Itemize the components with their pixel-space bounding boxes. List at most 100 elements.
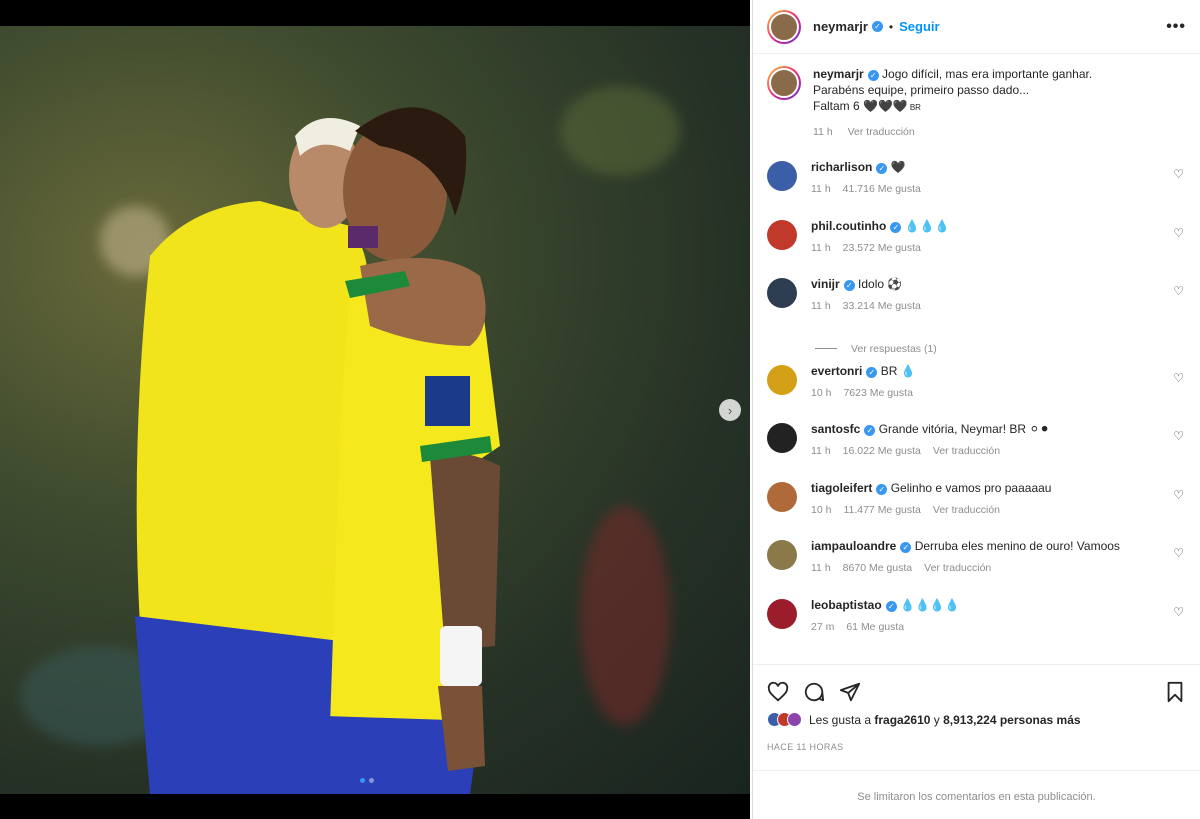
post-timestamp: HACE 11 HORAS [767,742,844,752]
comment-text: 💧💧💧 [904,218,950,233]
comment-likes[interactable]: 16.022 Me gusta [843,445,921,457]
comment-like-icon[interactable]: ♡ [1173,488,1184,502]
chevron-right-icon: › [727,402,733,418]
follow-button[interactable]: Seguir [899,19,939,34]
likes-summary[interactable]: Les gusta a fraga2610 y 8,913,224 person… [767,712,1081,727]
caption-flag: BR [909,103,921,112]
comment-username[interactable]: santosfc [811,422,860,436]
comment-avatar[interactable] [767,481,797,512]
comment-avatar[interactable] [767,161,797,191]
comments-list[interactable]: neymarjr ✓ Jogo difícil, mas era importan… [753,54,1200,664]
comment-row: evertonri ✓ BR 💧 10 h 7623 Me gusta ♡ [767,363,1186,422]
comment-username[interactable]: iampauloandre [811,539,896,553]
comments-limited-notice: Se limitaron los comentarios en esta pub… [753,770,1200,819]
caption-avatar[interactable] [767,66,801,100]
verified-icon: ✓ [866,366,878,378]
comment-likes[interactable]: 7623 Me gusta [843,387,912,399]
comment-time: 11 h [811,300,831,312]
replies-line [815,348,837,349]
comment-likes[interactable]: 61 Me gusta [846,621,904,633]
comment-text: Derruba eles menino de ouro! Vamoos [914,539,1120,553]
comment-likes[interactable]: 8670 Me gusta [843,562,912,574]
comment-translate-link[interactable]: Ver traducción [924,562,991,574]
heart-icon[interactable] [765,679,791,705]
author-avatar[interactable] [767,9,801,44]
comment-translate-link[interactable]: Ver traducción [933,504,1000,516]
comment-username[interactable]: tiagoleifert [811,481,872,495]
liker-avatar [787,712,802,727]
comment-likes[interactable]: 23.572 Me gusta [843,242,921,254]
caption-time: 11 h [813,126,833,138]
comment-translate-link[interactable]: Ver traducción [933,445,1000,457]
comment-username[interactable]: phil.coutinho [811,219,886,233]
comment-like-icon[interactable]: ♡ [1173,226,1184,240]
likes-user[interactable]: fraga2610 [874,713,930,727]
comment-text: Grande vitória, Neymar! BR ⚪⚫ [878,422,1050,436]
bookmark-icon[interactable] [1162,679,1188,705]
carousel-dot [369,778,374,783]
more-icon[interactable]: ••• [1166,18,1186,36]
caption-text-line3: Faltam 6 🖤🖤🖤 [813,99,908,113]
comment-avatar[interactable] [767,540,797,570]
comment-username[interactable]: evertonri [811,364,862,378]
comment-like-icon[interactable]: ♡ [1173,429,1184,443]
carousel-dots [360,778,374,783]
comment-avatar[interactable] [767,364,797,395]
next-slide-button[interactable]: › [719,399,741,421]
comment-time: 10 h [811,503,832,516]
comment-time: 27 m [811,620,835,633]
post-caption: neymarjr ✓ Jogo difícil, mas era importan… [767,64,1186,159]
replies-label[interactable]: Ver respuestas (1) [851,343,937,355]
comment-text: 💧💧💧💧 [900,597,960,612]
comment-like-icon[interactable]: ♡ [1173,284,1184,298]
comment-username[interactable]: vinijr [811,277,840,291]
comment-avatar[interactable] [767,278,797,308]
verified-icon: ✓ [900,542,912,553]
carousel-dot-active [360,778,365,783]
comment-row: tiagoleifert ✓ Gelinho e vamos pro paaaaa… [767,480,1186,539]
comment-like-icon[interactable]: ♡ [1173,546,1184,560]
comment-likes[interactable]: 41.716 Me gusta [843,183,921,195]
comment-text: BR 💧 [880,363,916,378]
likes-prefix: Les gusta a [809,712,872,727]
comment-text: Idolo ⚽ [858,277,903,291]
caption-username[interactable]: neymarjr [813,67,864,81]
comment-like-icon[interactable]: ♡ [1173,371,1184,385]
verified-icon: ✓ [871,21,883,32]
comment-time: 11 h [811,183,831,195]
comment-username[interactable]: richarlison [811,160,872,174]
comment-row: santosfc ✓ Grande vitória, Neymar! BR ⚪⚫ 1… [767,421,1186,480]
comment-time: 10 h [811,386,832,399]
comment-like-icon[interactable]: ♡ [1173,605,1184,619]
verified-icon: ✓ [885,600,897,612]
view-replies-link[interactable]: Ver respuestas (1) [815,335,1186,363]
action-bar [753,664,1200,708]
comment-row: iampauloandre ✓ Derruba eles menino de ou… [767,538,1186,597]
comment-likes[interactable]: 33.214 Me gusta [843,300,921,312]
post-media: › [0,0,750,819]
comment-text: Gelinho e vamos pro paaaaau [890,480,1052,495]
post-photo [0,26,750,794]
comment-row: vinijr ✓ Idolo ⚽ 11 h 33.214 Me gusta ♡ [767,276,1186,335]
comment-likes[interactable]: 11.477 Me gusta [843,504,920,516]
comment-row: leobaptistao ✓ 💧💧💧💧 27 m 61 Me gusta ♡ [767,597,1186,656]
caption-translate-link[interactable]: Ver traducción [848,126,915,138]
verified-icon: ✓ [843,280,855,291]
comment-username[interactable]: leobaptistao [811,598,882,612]
comment-avatar[interactable] [767,219,797,250]
likes-count[interactable]: 8,913,224 personas más [943,713,1080,727]
verified-icon: ✓ [864,425,876,436]
comment-icon[interactable] [801,679,827,705]
comment-row: richarlison ✓ 🖤 11 h 41.716 Me gusta ♡ [767,159,1186,218]
comment-time: 11 h [811,562,831,574]
author-username[interactable]: neymarjr [813,19,868,34]
comment-like-icon[interactable]: ♡ [1173,167,1184,181]
comment-time: 11 h [811,241,831,254]
comment-time: 11 h [811,445,831,457]
share-icon[interactable] [837,679,863,705]
comment-avatar[interactable] [767,423,797,453]
verified-icon: ✓ [876,163,888,174]
post-panel: neymarjr ✓ • Seguir ••• neymarjr ✓ Jogo d… [752,0,1200,819]
comment-avatar[interactable] [767,598,797,629]
caption-text-line1: Jogo difícil, mas era importante ganhar. [882,67,1093,81]
